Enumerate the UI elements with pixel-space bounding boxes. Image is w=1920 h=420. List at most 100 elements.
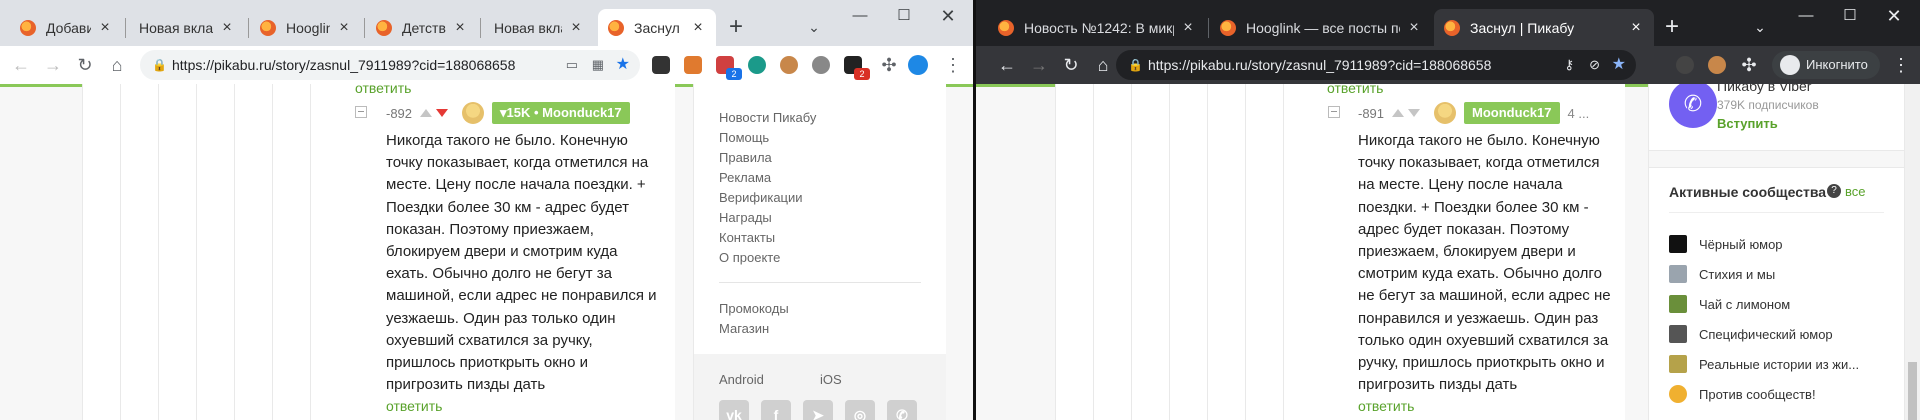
home-icon[interactable]: ⌂ (104, 52, 130, 78)
android-link[interactable]: Android (719, 370, 764, 390)
tab-1[interactable]: Добавить × (10, 9, 123, 46)
back-icon[interactable]: ← (8, 52, 34, 78)
communities-all-link[interactable]: все (1845, 184, 1866, 199)
user-badge[interactable]: ▾15K • Moonduck17 (492, 102, 630, 124)
extension-teal-icon[interactable] (748, 56, 766, 74)
close-tab-icon[interactable]: × (1180, 19, 1196, 37)
close-tab-icon[interactable]: × (1406, 19, 1422, 37)
close-tab-icon[interactable]: × (452, 19, 468, 37)
avatar[interactable] (462, 102, 485, 124)
tab-search-icon[interactable]: ⌄ (800, 14, 828, 42)
minimize-button[interactable]: — (1786, 2, 1826, 30)
incognito-badge[interactable]: Инкогнито (1772, 51, 1880, 79)
viber-join-button[interactable]: Вступить (1717, 116, 1778, 131)
eye-off-icon[interactable]: ⊘ (1589, 50, 1600, 80)
tab-5[interactable]: Новая вкладк × (482, 9, 594, 46)
collapse-icon[interactable] (1328, 106, 1340, 118)
reply-link[interactable]: ответить (1358, 398, 1414, 414)
downvote-icon[interactable] (436, 109, 449, 117)
footer-link[interactable]: Реклама (719, 168, 816, 188)
footer-link[interactable]: Магазин (719, 319, 789, 339)
upvote-icon[interactable] (420, 109, 433, 117)
back-icon[interactable]: ← (994, 52, 1020, 78)
extension-terminal-icon[interactable] (652, 56, 670, 74)
upvote-icon[interactable] (1392, 109, 1405, 117)
close-tab-icon[interactable]: × (97, 19, 113, 37)
close-tab-icon[interactable]: × (336, 19, 352, 37)
tab-4[interactable]: Детство з × (366, 9, 478, 46)
tab-1[interactable]: Новость №1242: В микробио × (988, 9, 1206, 46)
address-bar[interactable]: 🔒 https://pikabu.ru/story/zasnul_7911989… (1116, 50, 1636, 80)
qr-icon[interactable]: ▦ (592, 50, 604, 80)
address-bar[interactable]: 🔒 https://pikabu.ru/story/zasnul_7911989… (140, 50, 640, 80)
community-item[interactable]: Чёрный юмор (1669, 234, 1783, 254)
footer-link[interactable]: Награды (719, 208, 816, 228)
bookmark-star-icon[interactable]: ★ (1612, 50, 1626, 80)
instagram-icon[interactable]: ◎ (845, 400, 875, 420)
puzzle-icon[interactable]: ✣ (876, 52, 902, 78)
cookie-icon[interactable] (780, 56, 798, 74)
forward-icon[interactable]: → (40, 52, 66, 78)
extension-gray-icon[interactable] (812, 56, 830, 74)
reply-link[interactable]: ответить (1327, 84, 1383, 96)
minimize-button[interactable]: — (840, 2, 880, 30)
tab-2[interactable]: Hooglink — все посты польз × (1210, 9, 1432, 46)
tab-active[interactable]: Заснул | П × (598, 9, 716, 46)
cookie-icon[interactable] (1708, 56, 1726, 74)
downvote-icon[interactable] (1408, 109, 1421, 117)
community-item[interactable]: Против сообществ! (1669, 384, 1816, 404)
footer-link[interactable]: Верификации (719, 188, 816, 208)
close-window-button[interactable]: ✕ (1874, 2, 1914, 30)
close-window-button[interactable]: ✕ (928, 2, 968, 30)
cast-icon[interactable]: ▭ (566, 50, 578, 80)
community-item[interactable]: Стихия и мы (1669, 264, 1775, 284)
bookmark-star-icon[interactable]: ★ (616, 50, 630, 80)
reload-icon[interactable]: ↻ (72, 52, 98, 78)
close-tab-icon[interactable]: × (568, 19, 584, 37)
footer-link[interactable]: Промокоды (719, 299, 789, 319)
tab-active[interactable]: Заснул | Пикабу × (1434, 9, 1654, 46)
help-icon[interactable]: ? (1827, 184, 1841, 198)
telegram-icon[interactable]: ➤ (803, 400, 833, 420)
close-tab-icon[interactable]: × (690, 19, 706, 37)
reply-link[interactable]: ответить (355, 84, 411, 96)
tab-3[interactable]: Hooglink × (250, 9, 362, 46)
puzzle-icon[interactable]: ✣ (1736, 52, 1762, 78)
user-badge[interactable]: Moonduck17 (1464, 102, 1560, 124)
ios-link[interactable]: iOS (820, 370, 842, 390)
facebook-icon[interactable]: f (761, 400, 791, 420)
menu-kebab-icon[interactable]: ⋮ (940, 52, 966, 78)
tab-2[interactable]: Новая вкладка × (127, 9, 245, 46)
extension-gray-icon[interactable] (1676, 56, 1694, 74)
reply-link[interactable]: ответить (386, 398, 442, 414)
community-item[interactable]: Специфический юмор (1669, 324, 1833, 344)
avatar[interactable] (1434, 102, 1457, 124)
scrollbar-thumb[interactable] (1908, 362, 1917, 420)
extension-badge: 2 (726, 68, 742, 80)
menu-kebab-icon[interactable]: ⋮ (1888, 52, 1914, 78)
forward-icon[interactable]: → (1026, 52, 1052, 78)
footer-link[interactable]: Помощь (719, 128, 816, 148)
close-tab-icon[interactable]: × (1628, 19, 1644, 37)
scrollbar[interactable] (1905, 84, 1920, 420)
new-tab-button[interactable]: + (722, 14, 750, 42)
viber-icon[interactable]: ✆ (887, 400, 917, 420)
footer-link[interactable]: О проекте (719, 248, 816, 268)
key-icon[interactable]: ⚷ (1564, 50, 1574, 80)
maximize-button[interactable]: ☐ (884, 2, 924, 30)
close-tab-icon[interactable]: × (219, 19, 235, 37)
home-icon[interactable]: ⌂ (1090, 52, 1116, 78)
profile-avatar[interactable] (908, 55, 928, 75)
collapse-icon[interactable] (355, 106, 367, 118)
tab-search-icon[interactable]: ⌄ (1746, 14, 1774, 42)
footer-link[interactable]: Правила (719, 148, 816, 168)
community-item[interactable]: Реальные истории из жи... (1669, 354, 1859, 374)
community-item[interactable]: Чай с лимоном (1669, 294, 1790, 314)
new-tab-button[interactable]: + (1658, 14, 1686, 42)
footer-link[interactable]: Новости Пикабу (719, 108, 816, 128)
vk-icon[interactable]: vk (719, 400, 749, 420)
extension-hammer-icon[interactable] (684, 56, 702, 74)
footer-link[interactable]: Контакты (719, 228, 816, 248)
maximize-button[interactable]: ☐ (1830, 2, 1870, 30)
reload-icon[interactable]: ↻ (1058, 52, 1084, 78)
